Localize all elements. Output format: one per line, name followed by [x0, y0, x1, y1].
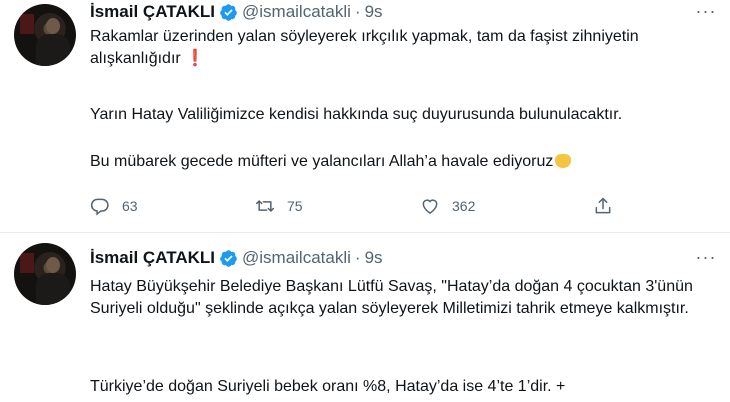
author-handle[interactable]: @ismailcatakli [242, 247, 351, 269]
retweet-icon [255, 200, 275, 212]
tweet-header: İsmail ÇATAKLI @ismailcatakli · 9s [90, 247, 383, 269]
verified-badge-icon [220, 249, 237, 267]
verified-badge-icon [220, 3, 237, 21]
like-button[interactable]: 362 [420, 194, 475, 218]
timestamp[interactable]: 9s [365, 247, 383, 269]
separator-dot: · [354, 2, 361, 21]
tweet[interactable]: İsmail ÇATAKLI @ismailcatakli · 9s ··· H… [0, 233, 730, 402]
exclamation-emoji: ❗ [185, 50, 206, 67]
tweet-paragraph: Bu mübarek gecede müfteri ve yalancıları… [90, 153, 554, 170]
share-button[interactable] [593, 194, 613, 218]
tweet-text: Rakamlar üzerinden yalan söyleyerek ırkç… [90, 26, 710, 70]
separator-dot: · [354, 248, 361, 267]
more-icon[interactable]: ··· [694, 2, 718, 24]
avatar[interactable] [14, 4, 76, 66]
tweet-header: İsmail ÇATAKLI @ismailcatakli · 9s [90, 1, 383, 23]
more-icon[interactable]: ··· [694, 248, 718, 270]
tweet-paragraph: Hatay Büyükşehir Belediye Başkanı Lütfü … [90, 278, 693, 317]
open-hands-emoji [555, 154, 572, 168]
heart-icon [422, 199, 438, 214]
retweet-count: 75 [287, 198, 303, 214]
tweet-text: Bu mübarek gecede müfteri ve yalancıları… [90, 151, 710, 173]
reply-count: 63 [122, 198, 138, 214]
reply-button[interactable]: 63 [90, 194, 138, 218]
tweet-paragraph: Rakamlar üzerinden yalan söyleyerek ırkç… [90, 28, 639, 67]
share-icon [595, 197, 611, 214]
tweet-paragraph: Yarın Hatay Valiliğimizce kendisi hakkın… [90, 106, 623, 123]
author-name[interactable]: İsmail ÇATAKLI [90, 247, 215, 269]
timestamp[interactable]: 9s [365, 1, 383, 23]
retweet-button[interactable]: 75 [255, 194, 303, 218]
like-count: 362 [452, 198, 476, 214]
author-handle[interactable]: @ismailcatakli [242, 1, 351, 23]
avatar[interactable] [14, 243, 76, 305]
author-name[interactable]: İsmail ÇATAKLI [90, 1, 215, 23]
tweet-paragraph: Türkiye’de doğan Suriyeli bebek oranı %8… [90, 378, 566, 395]
tweet[interactable]: İsmail ÇATAKLI @ismailcatakli · 9s ··· R… [0, 0, 730, 232]
reply-icon [90, 198, 109, 216]
tweet-actions: 63 75 362 [90, 194, 650, 218]
